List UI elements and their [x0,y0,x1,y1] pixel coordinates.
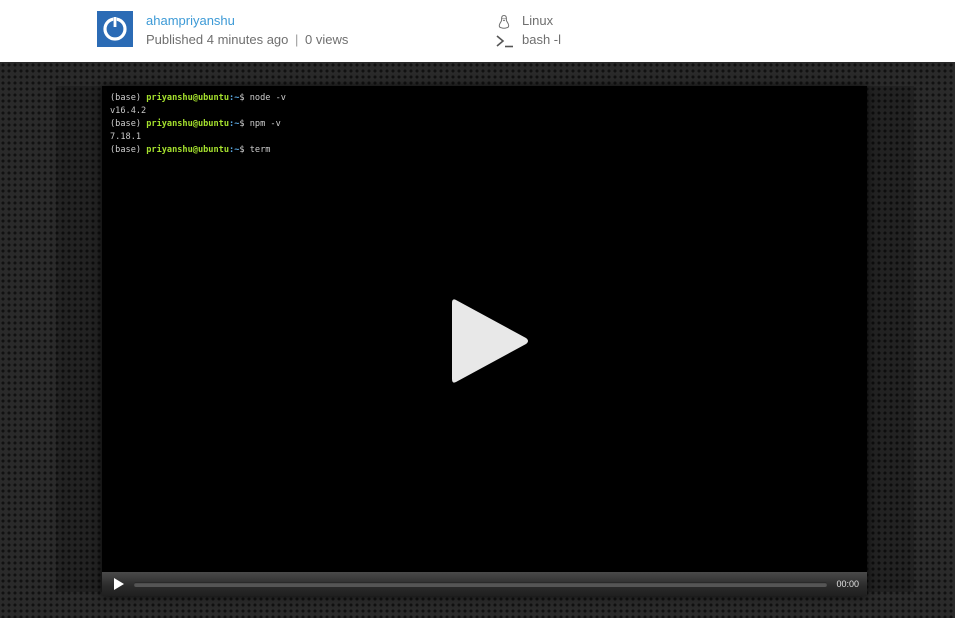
prompt-path: :~ [229,93,240,103]
prompt-user: priyanshu@ubuntu [146,93,230,103]
terminal-line: 7.18.1 [110,131,286,144]
terminal-prompt-icon [496,34,514,48]
play-icon [452,299,528,383]
shell-label: bash -l [522,32,562,47]
published-info: Published 4 minutes ago | 0 views [146,32,348,47]
os-label: Linux [522,13,554,28]
terminal-line: (base) priyanshu@ubuntu:~$ node -v [110,92,286,105]
prompt-symbol: $ [239,119,250,129]
prompt-path: :~ [229,145,240,155]
separator: | [295,32,299,47]
command-output: 7.18.1 [110,132,142,142]
author-link[interactable]: ahampriyanshu [146,13,235,28]
terminal-line: (base) priyanshu@ubuntu:~$ npm -v [110,118,286,131]
recording-header: ahampriyanshu Published 4 minutes ago | … [0,0,955,62]
control-play-button[interactable] [112,577,126,591]
time-display: 00:00 [836,579,859,589]
command-text: npm -v [249,119,281,129]
asciicast-player[interactable]: (base) priyanshu@ubuntu:~$ node -v v16.4.… [102,86,867,596]
control-bar: 00:00 [102,572,867,596]
shell-info: bash -l [496,32,561,48]
progress-bar[interactable] [134,582,827,587]
terminal-line: (base) priyanshu@ubuntu:~$ term [110,144,286,157]
prompt-path: :~ [229,119,240,129]
command-text: node -v [249,93,286,103]
tux-penguin-icon [496,14,514,30]
big-play-button[interactable] [448,296,532,386]
prompt-user: priyanshu@ubuntu [146,145,230,155]
published-time: 4 minutes ago [206,32,289,47]
terminal-screen: (base) priyanshu@ubuntu:~$ node -v v16.4.… [110,92,286,157]
author-avatar[interactable] [97,11,133,47]
play-icon [114,578,124,590]
prompt-symbol: $ [239,93,250,103]
conda-env: (base) [110,119,147,129]
power-logo-icon [103,16,127,41]
command-text: term [249,145,271,155]
prompt-user: priyanshu@ubuntu [146,119,230,129]
prompt-symbol: $ [239,145,250,155]
terminal-line: v16.4.2 [110,105,286,118]
conda-env: (base) [110,145,147,155]
published-prefix: Published [146,32,204,47]
command-output: v16.4.2 [110,106,147,116]
view-count: 0 views [305,32,349,47]
os-info: Linux [496,13,553,30]
conda-env: (base) [110,93,147,103]
